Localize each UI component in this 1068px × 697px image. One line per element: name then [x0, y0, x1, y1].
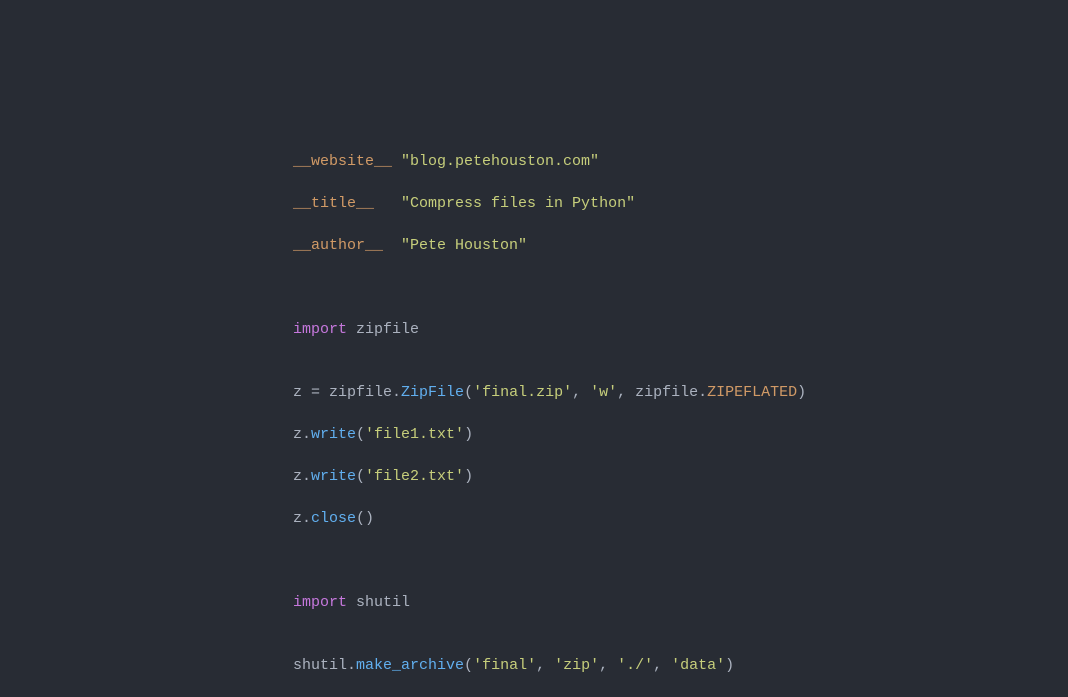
token: shutil. — [293, 657, 356, 674]
token: ( — [464, 384, 473, 401]
token — [347, 321, 356, 338]
module-name: zipfile — [356, 321, 419, 338]
token: z — [293, 384, 311, 401]
string-literal: 'w' — [590, 384, 617, 401]
dunder-var: __website__ — [293, 153, 401, 170]
keyword: import — [293, 594, 347, 611]
token: , — [572, 384, 590, 401]
token: z. — [293, 468, 311, 485]
token: ) — [797, 384, 806, 401]
code-line: z.write('file2.txt') — [293, 466, 1068, 487]
string-literal: "blog.petehouston.com" — [401, 153, 599, 170]
code-line: __author__ "Pete Houston" — [293, 235, 1068, 256]
token — [347, 594, 356, 611]
token: ( — [356, 468, 365, 485]
dunder-var: __title__ — [293, 195, 401, 212]
token: , — [653, 657, 671, 674]
token: ) — [464, 426, 473, 443]
string-literal: 'file2.txt' — [365, 468, 464, 485]
code-editor: __website__ "blog.petehouston.com" __tit… — [0, 0, 1068, 697]
token: ( — [356, 426, 365, 443]
constant: ZIPEFLATED — [707, 384, 797, 401]
string-literal: 'data' — [671, 657, 725, 674]
token: ( — [464, 657, 473, 674]
function-name: close — [311, 510, 356, 527]
token: z. — [293, 426, 311, 443]
function-name: write — [311, 468, 356, 485]
keyword: import — [293, 321, 347, 338]
string-literal: 'final' — [473, 657, 536, 674]
string-literal: "Compress files in Python" — [401, 195, 635, 212]
code-line: import shutil — [293, 592, 1068, 613]
code-line: z = zipfile.ZipFile('final.zip', 'w', zi… — [293, 382, 1068, 403]
token: () — [356, 510, 374, 527]
token: , — [599, 657, 617, 674]
code-line: __website__ "blog.petehouston.com" — [293, 151, 1068, 172]
string-literal: 'final.zip' — [473, 384, 572, 401]
dunder-var: __author__ — [293, 237, 401, 254]
token: ) — [464, 468, 473, 485]
string-literal: './' — [617, 657, 653, 674]
code-line: import zipfile — [293, 319, 1068, 340]
token: zipfile. — [320, 384, 401, 401]
string-literal: 'file1.txt' — [365, 426, 464, 443]
token: z. — [293, 510, 311, 527]
code-line: z.write('file1.txt') — [293, 424, 1068, 445]
function-name: make_archive — [356, 657, 464, 674]
function-name: write — [311, 426, 356, 443]
code-line: z.close() — [293, 508, 1068, 529]
module-name: shutil — [356, 594, 410, 611]
token: , — [536, 657, 554, 674]
string-literal: "Pete Houston" — [401, 237, 527, 254]
code-line: shutil.make_archive('final', 'zip', './'… — [293, 655, 1068, 676]
operator: = — [311, 384, 320, 401]
code-line: __title__ "Compress files in Python" — [293, 193, 1068, 214]
string-literal: 'zip' — [554, 657, 599, 674]
function-name: ZipFile — [401, 384, 464, 401]
token: ) — [725, 657, 734, 674]
token: , zipfile. — [617, 384, 707, 401]
